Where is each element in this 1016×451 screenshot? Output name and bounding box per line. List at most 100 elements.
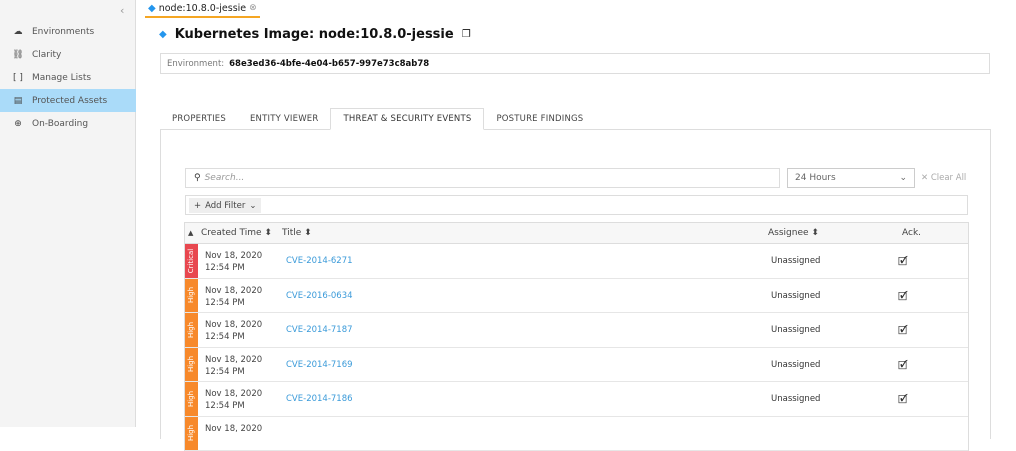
column-created-time[interactable]: Created Time ⬍ [201, 228, 272, 238]
severity-label: High [188, 425, 196, 441]
events-table: ▲ Created Time ⬍ Title ⬍ Assignee ⬍ Ack.… [184, 222, 969, 451]
time-range-value: 24 Hours [795, 173, 836, 183]
tab-bar: PROPERTIESENTITY VIEWERTHREAT & SECURITY… [160, 108, 595, 130]
nav-icon: ▤ [12, 96, 24, 106]
table-header: ▲ Created Time ⬍ Title ⬍ Assignee ⬍ Ack. [185, 223, 968, 244]
table-row[interactable]: High Nov 18, 2020 [185, 417, 968, 451]
tab-properties[interactable]: PROPERTIES [160, 108, 238, 130]
nav-icon: ☁ [12, 27, 24, 37]
clear-all-button[interactable]: ✕ Clear All [921, 173, 966, 183]
assignee: Unassigned [771, 360, 820, 370]
sidebar-item-protected-assets[interactable]: ▤ Protected Assets [0, 89, 136, 112]
column-label: Title [282, 228, 301, 238]
severity-badge: Critical [185, 244, 198, 278]
sidebar-item-label: Protected Assets [32, 96, 107, 106]
sidebar-item-label: Manage Lists [32, 73, 91, 83]
severity-badge: High [185, 417, 198, 451]
chevron-down-icon: ⌄ [899, 173, 907, 183]
created-time: Nov 18, 202012:54 PM [205, 319, 262, 343]
created-date: Nov 18, 2020 [205, 319, 262, 331]
docker-icon: ◆ [159, 29, 167, 40]
sidebar-item-environments[interactable]: ☁ Environments [0, 20, 136, 43]
created-date: Nov 18, 2020 [205, 285, 262, 297]
created-hour: 12:54 PM [205, 400, 262, 412]
search-icon: ⚲ [194, 173, 201, 183]
created-time: Nov 18, 2020 [205, 423, 262, 435]
acknowledge-icon[interactable]: 🗹 [898, 357, 908, 376]
table-row[interactable]: High Nov 18, 202012:54 PM CVE-2014-7169 … [185, 348, 968, 383]
created-hour: 12:54 PM [205, 331, 262, 343]
column-label: Assignee [768, 228, 809, 238]
column-assignee[interactable]: Assignee ⬍ [768, 228, 819, 238]
collapse-sidebar-icon[interactable]: ‹ [120, 4, 124, 17]
sidebar-item-manage-lists[interactable]: [ ] Manage Lists [0, 66, 136, 89]
sidebar-item-label: On-Boarding [32, 119, 88, 129]
nav-icon: ⛓ [12, 50, 24, 60]
sidebar-item-on-boarding[interactable]: ⊕ On-Boarding [0, 112, 136, 135]
tab-entity-viewer[interactable]: ENTITY VIEWER [238, 108, 331, 130]
add-filter-button[interactable]: + Add Filter ⌄ [189, 198, 261, 213]
chevron-down-icon: ⌄ [249, 201, 256, 211]
sidebar-item-label: Environments [32, 27, 94, 37]
severity-label: Critical [188, 249, 196, 273]
event-title-link[interactable]: CVE-2014-7169 [286, 360, 353, 370]
tab-panel: ⚲ Search... 24 Hours ⌄ ✕ Clear All + Add… [160, 129, 991, 439]
search-input[interactable]: ⚲ Search... [185, 168, 780, 188]
sidebar-item-clarity[interactable]: ⛓Clarity [0, 43, 136, 66]
column-title[interactable]: Title ⬍ [282, 228, 312, 238]
created-hour: 12:54 PM [205, 297, 262, 309]
acknowledge-icon[interactable]: 🗹 [898, 322, 908, 341]
page-title-text: Kubernetes Image: node:10.8.0-jessie [175, 27, 454, 42]
created-time: Nov 18, 202012:54 PM [205, 250, 262, 274]
search-placeholder: Search... [205, 173, 245, 183]
add-filter-label: Add Filter [205, 201, 245, 211]
close-tab-icon[interactable]: ⊗ [249, 3, 257, 13]
created-time: Nov 18, 202012:54 PM [205, 285, 262, 309]
filter-bar: + Add Filter ⌄ [185, 195, 968, 215]
tab-posture-findings[interactable]: POSTURE FINDINGS [484, 108, 595, 130]
page-title: ◆ Kubernetes Image: node:10.8.0-jessie ❐ [159, 27, 471, 42]
created-hour: 12:54 PM [205, 262, 262, 274]
page-tab[interactable]: ◆ node:10.8.0-jessie ⊗ [145, 0, 260, 18]
assignee: Unassigned [771, 394, 820, 404]
time-range-select[interactable]: 24 Hours ⌄ [787, 168, 915, 188]
page-tab-label: node:10.8.0-jessie [159, 3, 246, 14]
event-title-link[interactable]: CVE-2014-6271 [286, 256, 353, 266]
severity-badge: High [185, 279, 198, 313]
severity-badge: High [185, 348, 198, 382]
assignee: Unassigned [771, 291, 820, 301]
created-date: Nov 18, 2020 [205, 423, 262, 435]
event-title-link[interactable]: CVE-2016-0634 [286, 291, 353, 301]
severity-label: High [188, 287, 196, 303]
copy-icon[interactable]: ❐ [462, 29, 471, 40]
acknowledge-icon[interactable]: 🗹 [898, 391, 908, 410]
created-time: Nov 18, 202012:54 PM [205, 354, 262, 378]
sort-asc-icon[interactable]: ▲ [188, 229, 193, 237]
table-row[interactable]: High Nov 18, 202012:54 PM CVE-2014-7186 … [185, 382, 968, 417]
environment-value: 68e3ed36-4bfe-4e04-b657-997e73c8ab78 [229, 59, 429, 69]
acknowledge-icon[interactable]: 🗹 [898, 288, 908, 307]
nav-icon: [ ] [12, 73, 24, 83]
assignee: Unassigned [771, 325, 820, 335]
created-date: Nov 18, 2020 [205, 250, 262, 262]
table-row[interactable]: Critical Nov 18, 202012:54 PM CVE-2014-6… [185, 244, 968, 279]
created-time: Nov 18, 202012:54 PM [205, 388, 262, 412]
table-row[interactable]: High Nov 18, 202012:54 PM CVE-2014-7187 … [185, 313, 968, 348]
nav-icon: ⊕ [12, 119, 24, 129]
main-content: ◆ node:10.8.0-jessie ⊗ ◆ Kubernetes Imag… [137, 0, 1016, 427]
environment-field: Environment: 68e3ed36-4bfe-4e04-b657-997… [160, 53, 990, 74]
tab-threat-security-events[interactable]: THREAT & SECURITY EVENTS [330, 108, 484, 130]
event-title-link[interactable]: CVE-2014-7187 [286, 325, 353, 335]
table-row[interactable]: High Nov 18, 202012:54 PM CVE-2016-0634 … [185, 279, 968, 314]
environment-label: Environment: [167, 59, 224, 69]
severity-label: High [188, 391, 196, 407]
acknowledge-icon[interactable]: 🗹 [898, 253, 908, 272]
assignee: Unassigned [771, 256, 820, 266]
docker-icon: ◆ [148, 3, 156, 14]
event-title-link[interactable]: CVE-2014-7186 [286, 394, 353, 404]
created-hour: 12:54 PM [205, 366, 262, 378]
column-ack: Ack. [902, 228, 921, 238]
created-date: Nov 18, 2020 [205, 354, 262, 366]
plus-icon: + [194, 201, 201, 211]
severity-label: High [188, 356, 196, 372]
